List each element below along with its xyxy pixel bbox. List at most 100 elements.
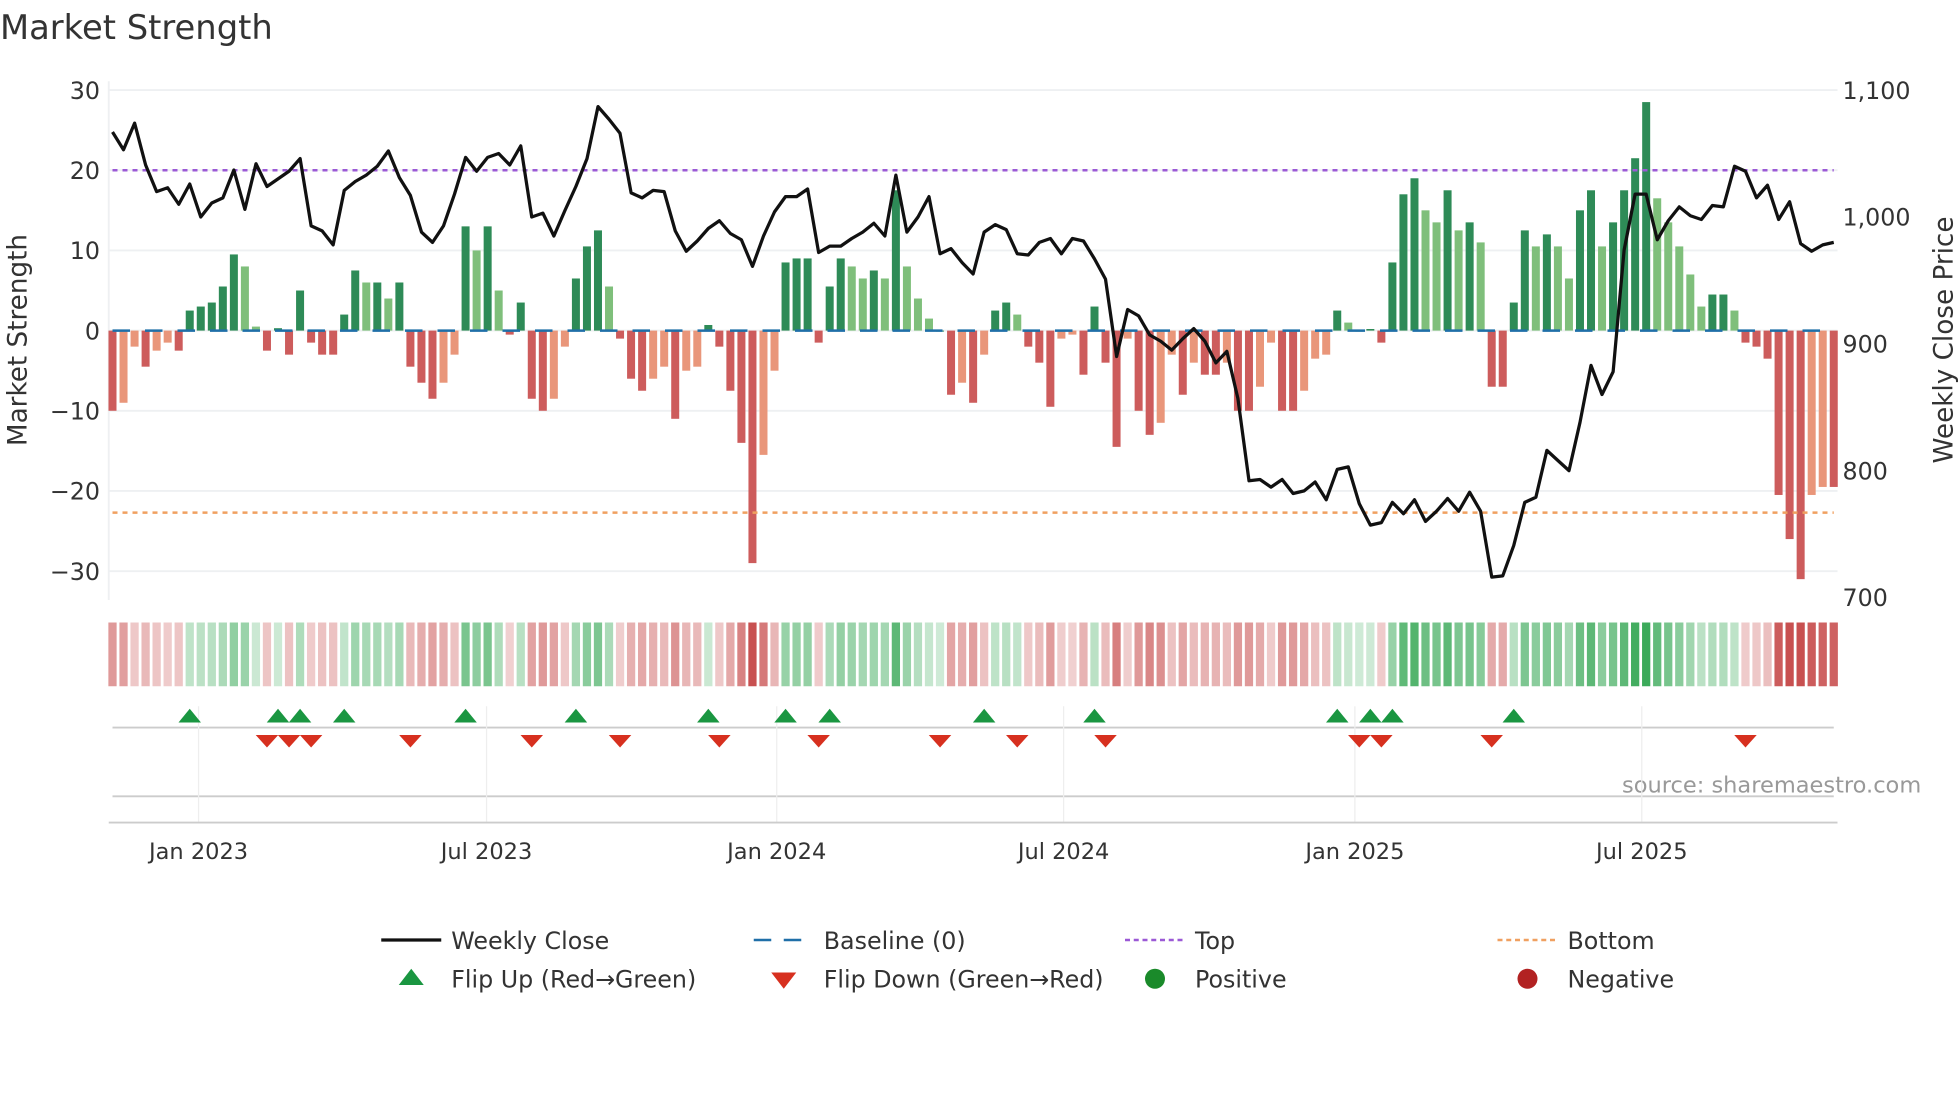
- strength-strip-cell: [957, 622, 967, 687]
- strength-strip-cell: [1454, 622, 1463, 687]
- y2-axis-label: Weekly Close Price: [1930, 217, 1960, 464]
- legend-circle-icon: [1517, 968, 1538, 989]
- strength-bar: [1035, 330, 1044, 363]
- strength-strip-cell: [847, 622, 856, 687]
- strength-bar: [119, 330, 128, 403]
- strength-strip-cell: [428, 622, 437, 687]
- strength-strip-cell: [1145, 622, 1154, 687]
- strength-bar: [1564, 278, 1573, 331]
- legend-label: Weekly Close: [451, 927, 609, 955]
- strength-bar: [1024, 330, 1033, 347]
- strength-bar: [439, 330, 448, 383]
- strength-bar: [1774, 330, 1783, 495]
- strength-bar: [991, 310, 1000, 331]
- flip-up-marker: [564, 708, 588, 723]
- strength-strip-cell: [1134, 622, 1143, 687]
- strength-strip-cell: [494, 622, 503, 687]
- strength-strip-cell: [836, 622, 845, 687]
- strength-strip-cell: [351, 622, 360, 687]
- strength-strip-cell: [218, 622, 227, 687]
- strength-bar: [1432, 222, 1441, 331]
- strength-strip-cell: [185, 622, 194, 687]
- strength-strip-cell: [295, 622, 305, 687]
- strength-bar: [296, 290, 305, 331]
- x-tick-label: Jan 2025: [1303, 839, 1404, 865]
- strength-strip-cell: [384, 622, 393, 687]
- strength-strip-cell: [483, 622, 492, 687]
- strength-bar: [814, 330, 823, 343]
- legend-label: Negative: [1568, 966, 1675, 994]
- flip-down-marker: [299, 735, 323, 748]
- strength-strip-cell: [1333, 622, 1342, 687]
- strength-strip-cell: [163, 622, 172, 687]
- strength-bar: [737, 330, 746, 443]
- strength-strip-cell: [284, 622, 294, 687]
- strength-bar: [1013, 314, 1022, 331]
- strength-bar: [1686, 274, 1695, 331]
- strength-bar: [362, 282, 371, 331]
- strength-strip-cell: [439, 622, 448, 687]
- flip-down-marker: [708, 735, 731, 748]
- strength-bar: [869, 270, 878, 331]
- strength-bar: [1609, 222, 1618, 331]
- strength-bar: [1487, 330, 1496, 387]
- strength-strip-cell: [119, 622, 128, 687]
- strength-strip-cell: [626, 622, 636, 687]
- strength-bar: [549, 330, 558, 399]
- strength-bar: [825, 286, 834, 331]
- strength-strip-cell: [880, 622, 889, 687]
- flip-up-marker: [1359, 708, 1382, 723]
- strength-bar: [947, 330, 956, 395]
- strength-bar: [803, 258, 812, 331]
- legend-circle-icon: [1145, 968, 1165, 989]
- strength-strip-cell: [1156, 622, 1165, 687]
- strength-strip-cell: [1222, 622, 1232, 687]
- strength-bar: [1399, 194, 1408, 331]
- strength-bar: [1553, 246, 1562, 331]
- strength-bar: [1377, 330, 1386, 343]
- strength-strip-cell: [660, 622, 669, 687]
- x-tick-label: Jan 2024: [725, 839, 826, 865]
- strength-bar: [285, 330, 294, 355]
- strength-strip-cell: [1322, 622, 1331, 687]
- flip-up-marker: [972, 708, 996, 723]
- strength-strip-cell: [1719, 622, 1728, 687]
- strength-strip-cell: [593, 622, 603, 687]
- strength-strip-cell: [516, 622, 525, 687]
- strength-bar: [1267, 330, 1276, 343]
- strength-strip-cell: [229, 622, 238, 687]
- strength-bar: [1697, 306, 1706, 331]
- y-tick-label: 0: [85, 317, 100, 345]
- strength-bar: [1763, 330, 1772, 359]
- strength-bar: [1498, 330, 1507, 387]
- source-label: source: sharemaestro.com: [1622, 773, 1921, 799]
- strength-strip-cell: [1233, 622, 1243, 687]
- strength-strip-cell: [1664, 622, 1673, 687]
- strength-bar: [770, 330, 779, 371]
- strength-strip-cell: [1399, 622, 1408, 687]
- strength-bar: [307, 330, 316, 343]
- flip-up-marker: [774, 708, 797, 723]
- strength-bar: [792, 258, 801, 331]
- strength-bar: [240, 266, 249, 331]
- strength-bar: [516, 302, 525, 331]
- strength-strip-cell: [693, 622, 702, 687]
- strength-bar: [163, 330, 172, 343]
- legend-triangle-down-icon: [771, 972, 797, 989]
- strength-bar: [593, 230, 602, 331]
- strength-bar: [527, 330, 536, 399]
- flip-up-marker: [178, 708, 201, 723]
- legend-label: Positive: [1195, 966, 1287, 994]
- strength-bar: [1079, 330, 1088, 375]
- strength-strip-cell: [1288, 622, 1298, 687]
- strength-bar: [318, 330, 327, 355]
- flip-up-marker: [697, 708, 720, 723]
- strength-strip-cell: [108, 622, 117, 687]
- flip-up-marker: [1381, 708, 1404, 723]
- strength-bar: [472, 250, 481, 331]
- chart-title: Market Strength: [0, 8, 273, 47]
- strength-strip-cell: [1675, 622, 1684, 687]
- strength-strip-cell: [1619, 622, 1629, 687]
- strength-strip-cell: [858, 622, 867, 687]
- strength-bar: [1322, 330, 1331, 355]
